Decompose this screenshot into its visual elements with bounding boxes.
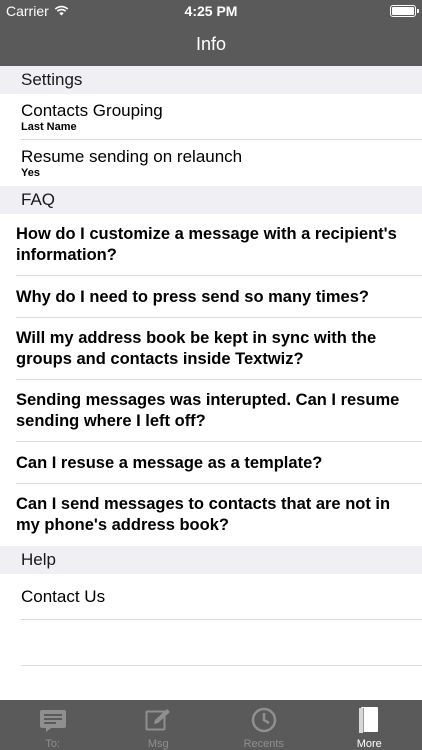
faq-question: Will my address book be kept in sync wit… xyxy=(16,329,377,368)
help-item-label: Contact Us xyxy=(21,587,106,606)
setting-title: Resume sending on relaunch xyxy=(21,147,243,166)
section-header-label: Help xyxy=(21,550,56,569)
section-header-label: FAQ xyxy=(21,190,56,209)
section-header-faq: FAQ xyxy=(0,186,422,214)
tab-msg[interactable]: Msg xyxy=(106,700,212,750)
clock-icon xyxy=(249,706,279,734)
faq-question: Sending messages was interupted. Can I r… xyxy=(16,391,400,430)
section-header-label: Settings xyxy=(21,70,83,89)
section-header-help: Help xyxy=(0,546,422,574)
faq-question: How do I customize a message with a reci… xyxy=(16,225,397,264)
setting-value: Yes xyxy=(21,167,40,179)
faq-question: Can I resuse a message as a template? xyxy=(16,453,323,472)
setting-value: Last Name xyxy=(21,121,77,133)
contact-us-row[interactable]: Contact Us xyxy=(0,574,422,620)
empty-row xyxy=(0,620,422,666)
setting-resume-sending[interactable]: Resume sending on relaunch Yes xyxy=(0,140,422,186)
tab-label: To: xyxy=(45,738,61,750)
tab-more[interactable]: More xyxy=(317,700,422,750)
setting-title: Contacts Grouping xyxy=(21,101,163,120)
faq-question: Why do I need to press send so many time… xyxy=(16,287,369,306)
battery-icon xyxy=(390,5,419,17)
pencil-square-icon xyxy=(143,706,173,734)
tab-bar: To: Msg Recents More xyxy=(0,700,422,750)
nav-bar: Info xyxy=(0,22,422,66)
setting-contacts-grouping[interactable]: Contacts Grouping Last Name xyxy=(0,94,422,140)
faq-item[interactable]: Can I send messages to contacts that are… xyxy=(0,484,422,546)
section-header-settings: Settings xyxy=(0,66,422,94)
info-table[interactable]: Settings Contacts Grouping Last Name Res… xyxy=(0,66,422,700)
compose-list-icon xyxy=(38,706,68,734)
page-title: Info xyxy=(195,33,227,54)
tab-to[interactable]: To: xyxy=(0,700,106,750)
faq-item[interactable]: Sending messages was interupted. Can I r… xyxy=(0,380,422,442)
tab-label: Msg xyxy=(147,738,169,750)
faq-item[interactable]: Will my address book be kept in sync wit… xyxy=(0,318,422,380)
faq-item[interactable]: Can I resuse a message as a template? xyxy=(0,442,422,484)
faq-question: Can I send messages to contacts that are… xyxy=(16,495,391,534)
faq-item[interactable]: Why do I need to press send so many time… xyxy=(0,276,422,318)
status-bar: Carrier 4:25 PM xyxy=(0,0,422,22)
faq-item[interactable]: How do I customize a message with a reci… xyxy=(0,214,422,276)
tab-label: Recents xyxy=(243,738,284,750)
tab-label: More xyxy=(356,738,382,750)
status-time: 4:25 PM xyxy=(184,3,238,19)
tab-recents[interactable]: Recents xyxy=(211,700,317,750)
book-icon xyxy=(354,706,384,734)
